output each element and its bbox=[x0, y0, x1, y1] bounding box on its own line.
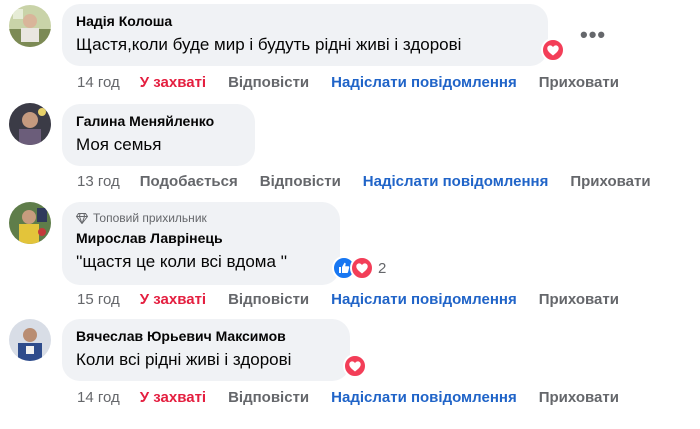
comment-bubble: Галина Меняйленко Моя семья bbox=[62, 104, 255, 166]
avatar[interactable] bbox=[9, 202, 51, 244]
hide-button[interactable]: Приховати bbox=[570, 172, 650, 192]
comment-author[interactable]: Вячеслав Юрьевич Максимов bbox=[76, 327, 336, 345]
reaction-button[interactable]: У захваті bbox=[140, 290, 206, 310]
comment-author[interactable]: Галина Меняйленко bbox=[76, 112, 241, 130]
send-message-button[interactable]: Надіслати повідомлення bbox=[363, 172, 549, 192]
comment-author[interactable]: Мирослав Лаврінець bbox=[76, 229, 326, 247]
reply-button[interactable]: Відповісти bbox=[228, 388, 309, 408]
heart-reaction-icon bbox=[350, 256, 374, 280]
avatar[interactable] bbox=[9, 319, 51, 361]
comment-time[interactable]: 14 год bbox=[77, 73, 120, 93]
top-fan-badge: Топовий прихильник bbox=[76, 210, 326, 226]
diamond-icon bbox=[76, 212, 88, 224]
comment-time[interactable]: 13 год bbox=[77, 172, 120, 192]
comment-text: Моя семья bbox=[76, 135, 162, 154]
comment-time[interactable]: 15 год bbox=[77, 290, 120, 310]
reaction-summary[interactable] bbox=[541, 38, 565, 62]
comment-text: ''щастя це коли всі вдома '' bbox=[76, 252, 288, 271]
reaction-summary[interactable] bbox=[343, 354, 367, 378]
comment-bubble: Топовий прихильник Мирослав Лаврінець ''… bbox=[62, 202, 340, 285]
comment-text: Коли всі рідні живі і здорові bbox=[76, 350, 292, 369]
comment-actions: 14 год У захваті Відповісти Надіслати по… bbox=[77, 73, 641, 93]
comment-time[interactable]: 14 год bbox=[77, 388, 120, 408]
reaction-button[interactable]: У захваті bbox=[140, 388, 206, 408]
reaction-summary[interactable]: 2 bbox=[332, 256, 386, 280]
top-fan-label: Топовий прихильник bbox=[93, 211, 207, 225]
send-message-button[interactable]: Надіслати повідомлення bbox=[331, 73, 517, 93]
reply-button[interactable]: Відповісти bbox=[228, 73, 309, 93]
send-message-button[interactable]: Надіслати повідомлення bbox=[331, 290, 517, 310]
reaction-button[interactable]: У захваті bbox=[140, 73, 206, 93]
avatar[interactable] bbox=[9, 103, 51, 145]
comment-actions: 15 год У захваті Відповісти Надіслати по… bbox=[77, 290, 641, 310]
like-button[interactable]: Подобається bbox=[140, 172, 238, 192]
comment-actions: 14 год У захваті Відповісти Надіслати по… bbox=[77, 388, 641, 408]
heart-reaction-icon bbox=[343, 354, 367, 378]
more-options-icon[interactable]: ••• bbox=[580, 24, 606, 46]
hide-button[interactable]: Приховати bbox=[539, 290, 619, 310]
comment-bubble: Надія Колоша Щастя,коли буде мир і будут… bbox=[62, 4, 548, 66]
comment-bubble: Вячеслав Юрьевич Максимов Коли всі рідні… bbox=[62, 319, 350, 381]
reaction-count: 2 bbox=[378, 259, 387, 277]
heart-reaction-icon bbox=[541, 38, 565, 62]
send-message-button[interactable]: Надіслати повідомлення bbox=[331, 388, 517, 408]
comment-author[interactable]: Надія Колоша bbox=[76, 12, 534, 30]
reply-button[interactable]: Відповісти bbox=[228, 290, 309, 310]
comment-text: Щастя,коли буде мир і будуть рідні живі … bbox=[76, 35, 462, 54]
avatar[interactable] bbox=[9, 5, 51, 47]
reply-button[interactable]: Відповісти bbox=[260, 172, 341, 192]
hide-button[interactable]: Приховати bbox=[539, 388, 619, 408]
hide-button[interactable]: Приховати bbox=[539, 73, 619, 93]
comment-actions: 13 год Подобається Відповісти Надіслати … bbox=[77, 172, 673, 192]
